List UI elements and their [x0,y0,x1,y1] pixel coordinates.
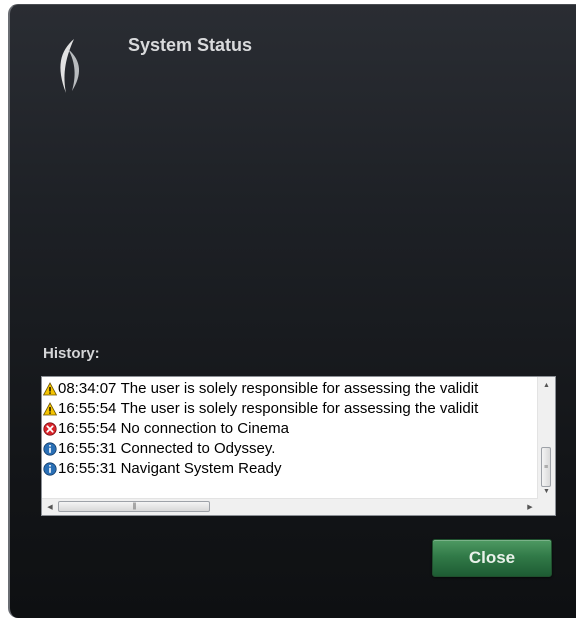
system-status-dialog: System Status History: 08:34:07 The user… [8,4,576,618]
history-item-message: The user is solely responsible for asses… [120,400,479,417]
vertical-scroll-thumb[interactable]: ≡ [541,447,551,487]
history-item-message: No connection to Cinema [120,420,289,437]
scrollbar-corner [538,499,555,515]
error-icon [43,422,57,436]
horizontal-scroll-thumb[interactable]: ||| [58,501,210,512]
history-item-message: Connected to Odyssey. [120,440,276,457]
history-item-time: 16:55:54 [58,420,117,437]
history-item[interactable]: 16:55:31 Connected to Odyssey. [42,439,539,459]
scroll-up-arrow-icon[interactable]: ▲ [538,377,555,393]
info-icon [43,442,57,456]
dialog-title: System Status [128,35,253,55]
warning-icon [43,382,57,396]
history-item-message: Navigant System Ready [120,460,282,477]
scroll-left-arrow-icon[interactable]: ◀ [42,499,58,515]
history-item-message: The user is solely responsible for asses… [120,380,479,397]
history-item-time: 08:34:07 [58,380,117,397]
history-item[interactable]: 16:55:31 Navigant System Ready [42,459,539,479]
close-button[interactable]: Close [432,539,552,577]
history-list[interactable]: 08:34:07 The user is solely responsible … [42,379,539,502]
history-item[interactable]: 16:55:54 The user is solely responsible … [42,399,539,419]
warning-icon [43,402,57,416]
history-label: History: [43,345,100,362]
info-icon [43,462,57,476]
scroll-right-arrow-icon[interactable]: ▶ [522,499,538,515]
history-item[interactable]: 16:55:54 No connection to Cinema [42,419,539,439]
scroll-down-arrow-icon[interactable]: ▼ [538,483,555,499]
vertical-scrollbar[interactable]: ▲ ≡ ▼ [537,377,555,499]
navigant-logo-icon [60,39,80,93]
history-item-time: 16:55:31 [58,440,117,457]
history-item[interactable]: 08:34:07 The user is solely responsible … [42,379,539,399]
history-item-time: 16:55:54 [58,400,117,417]
history-item-time: 16:55:31 [58,460,117,477]
history-list-box[interactable]: 08:34:07 The user is solely responsible … [41,376,556,516]
horizontal-scrollbar[interactable]: ◀ ||| ▶ [42,498,538,515]
